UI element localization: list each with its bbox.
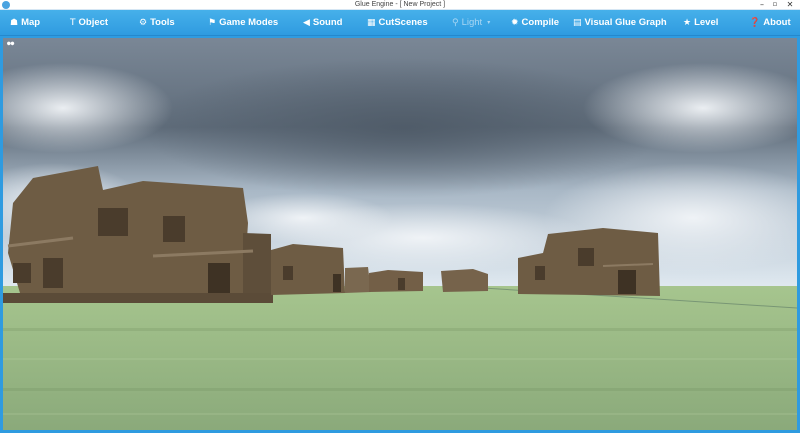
- object-icon: T: [70, 18, 76, 28]
- question-icon: ❓: [749, 18, 761, 28]
- storm-cloud: [143, 58, 663, 198]
- menu-item-label: Compile: [521, 17, 560, 28]
- menu-item-label: Visual Glue Graph: [584, 17, 667, 28]
- menu-item-label: Sound: [312, 17, 343, 28]
- close-button[interactable]: ✕: [783, 0, 797, 10]
- menu-item-compile[interactable]: ✹ Compile: [511, 10, 559, 36]
- map-icon: ☗: [10, 18, 19, 28]
- menu-item-label: CutScenes: [378, 17, 428, 28]
- graph-icon: ▤: [573, 18, 582, 28]
- gear-icon: ✹: [511, 18, 519, 28]
- menu-bar: ☗ Map T Object ⚙ Tools ⚑ Game Modes ◀ So…: [0, 10, 800, 36]
- menu-item-sound[interactable]: ◀ Sound: [303, 10, 342, 36]
- bulb-icon: ⚲: [452, 18, 459, 28]
- menu-item-tools[interactable]: ⚙ Tools: [139, 10, 175, 36]
- star-icon: ★: [683, 18, 692, 28]
- menu-item-cutscenes[interactable]: ▦ CutScenes: [367, 10, 428, 36]
- menu-item-label: Light: [461, 17, 483, 28]
- viewport-indicator: ●●: [7, 40, 15, 47]
- minimize-button[interactable]: –: [755, 0, 769, 10]
- menu-item-light[interactable]: ⚲ Light ▾: [452, 10, 490, 36]
- menu-item-game-modes[interactable]: ⚑ Game Modes: [208, 10, 278, 36]
- menu-item-label: Tools: [150, 17, 175, 28]
- tools-icon: ⚙: [139, 18, 148, 28]
- maximize-button[interactable]: ▫: [768, 0, 782, 10]
- menu-item-label: Map: [21, 17, 41, 28]
- menu-item-label: Object: [78, 17, 109, 28]
- flag-icon: ⚑: [208, 18, 217, 28]
- menu-item-map[interactable]: ☗ Map: [10, 10, 40, 36]
- window-title: Glue Engine - [ New Project ]: [354, 1, 446, 8]
- menu-item-label: Game Modes: [219, 17, 279, 28]
- scene-viewport[interactable]: ●●: [0, 36, 800, 433]
- scene-render: [3, 38, 797, 430]
- menu-item-object[interactable]: T Object: [70, 10, 108, 36]
- menu-item-visual-glue-graph[interactable]: ▤ Visual Glue Graph: [573, 10, 667, 36]
- menu-item-label: About: [763, 17, 791, 28]
- speaker-icon: ◀: [303, 18, 310, 28]
- menu-item-about[interactable]: ❓ About: [749, 10, 791, 36]
- chevron-down-icon: ▾: [487, 20, 491, 26]
- menu-item-level[interactable]: ★ Level: [683, 10, 718, 36]
- film-icon: ▦: [367, 18, 376, 28]
- menu-item-label: Level: [694, 17, 719, 28]
- title-bar: Glue Engine - [ New Project ] – ▫ ✕: [0, 0, 800, 10]
